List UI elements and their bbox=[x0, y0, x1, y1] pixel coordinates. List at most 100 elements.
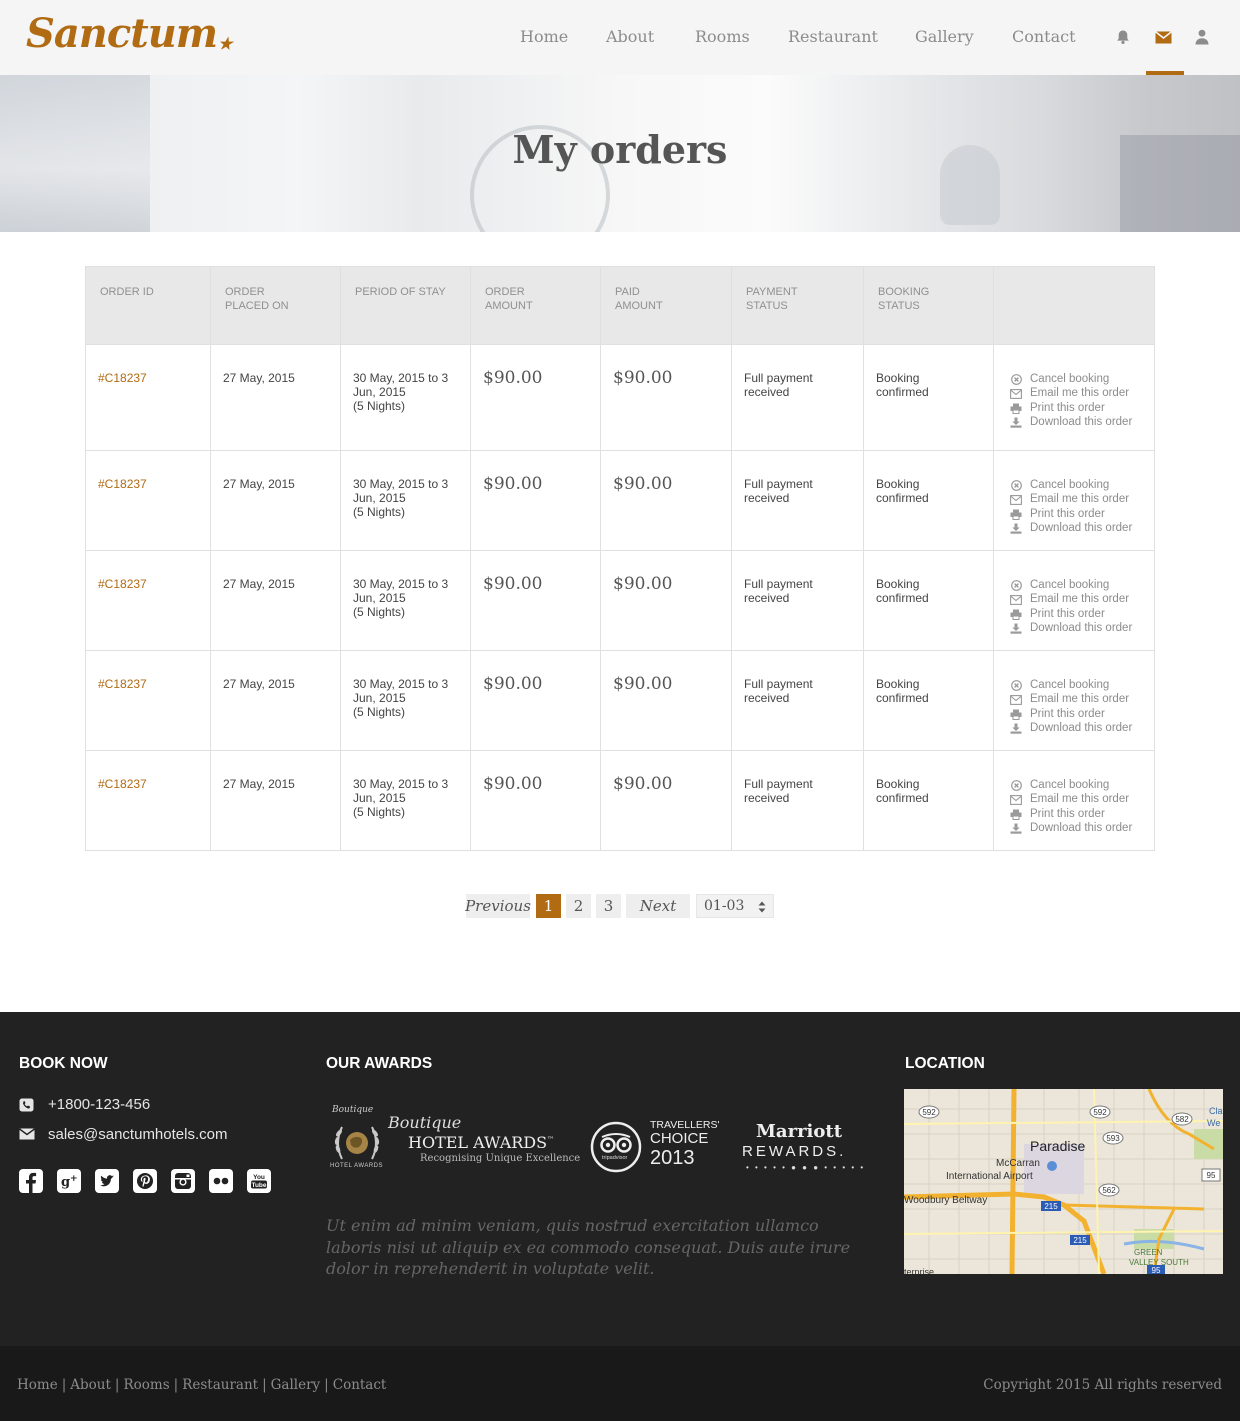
flickr-icon[interactable] bbox=[209, 1169, 233, 1193]
column-header-label: STATUS bbox=[878, 300, 920, 312]
email-me-this-order-link[interactable]: Email me this order bbox=[1010, 792, 1142, 806]
nav-contact[interactable]: Contact bbox=[1012, 27, 1076, 46]
order-placed-date: 27 May, 2015 bbox=[223, 577, 295, 591]
action-label: Download this order bbox=[1030, 822, 1133, 835]
instagram-icon[interactable] bbox=[171, 1169, 195, 1193]
footer-link-contact[interactable]: Contact bbox=[333, 1377, 387, 1393]
print-this-order-link[interactable]: Print this order bbox=[1010, 507, 1142, 521]
map-label-we: We bbox=[1207, 1118, 1220, 1128]
nav-rooms[interactable]: Rooms bbox=[695, 27, 750, 46]
print-this-order-link[interactable]: Print this order bbox=[1010, 401, 1142, 415]
order-amount: $90.00 bbox=[483, 474, 543, 494]
cell-paid-amount: $90.00 bbox=[600, 750, 732, 851]
print-this-order-link[interactable]: Print this order bbox=[1010, 607, 1142, 621]
previous-page-button[interactable]: Previous bbox=[465, 894, 531, 918]
order-id-link[interactable]: #C18237 bbox=[98, 477, 147, 491]
email-me-this-order-link[interactable]: Email me this order bbox=[1010, 692, 1142, 706]
order-id-link[interactable]: #C18237 bbox=[98, 577, 147, 591]
link-separator: | bbox=[114, 1377, 120, 1393]
order-actions: Cancel booking Email me this order Print t… bbox=[1010, 578, 1142, 636]
download-icon bbox=[1010, 623, 1022, 634]
payment-status-line: received bbox=[744, 691, 790, 705]
footer-link-rooms[interactable]: Rooms bbox=[123, 1377, 169, 1393]
order-id-link[interactable]: #C18237 bbox=[98, 677, 147, 691]
envelope-icon[interactable] bbox=[1154, 28, 1172, 46]
download-this-order-link[interactable]: Download this order bbox=[1010, 521, 1142, 535]
column-header-label: BOOKING bbox=[878, 286, 930, 298]
print-this-order-link[interactable]: Print this order bbox=[1010, 807, 1142, 821]
pinterest-icon[interactable] bbox=[133, 1169, 157, 1193]
cancel-booking-link[interactable]: Cancel booking bbox=[1010, 478, 1142, 492]
page-2-button[interactable]: 2 bbox=[566, 894, 591, 918]
map-graphic: Paradise McCarran International Airport … bbox=[904, 1089, 1223, 1274]
booking-status-line: confirmed bbox=[876, 791, 929, 805]
svg-text:You: You bbox=[253, 1174, 265, 1181]
nav-about[interactable]: About bbox=[606, 27, 654, 46]
next-page-button[interactable]: Next bbox=[626, 894, 690, 918]
cancel-booking-link[interactable]: Cancel booking bbox=[1010, 372, 1142, 386]
cell-order-amount: $90.00 bbox=[470, 550, 601, 651]
email-me-this-order-link[interactable]: Email me this order bbox=[1010, 492, 1142, 506]
download-this-order-link[interactable]: Download this order bbox=[1010, 621, 1142, 635]
phone-contact[interactable]: +1800-123-456 bbox=[19, 1096, 150, 1113]
page-3-button[interactable]: 3 bbox=[596, 894, 621, 918]
facebook-icon[interactable] bbox=[19, 1169, 43, 1193]
map-label-mccarran: McCarran bbox=[996, 1158, 1040, 1169]
email-me-this-order-link[interactable]: Email me this order bbox=[1010, 386, 1142, 400]
location-map[interactable]: Paradise McCarran International Airport … bbox=[904, 1089, 1223, 1274]
award-2-name: HOTEL AWARDS™ bbox=[408, 1133, 554, 1152]
nav-home[interactable]: Home bbox=[520, 27, 568, 46]
action-label: Print this order bbox=[1030, 807, 1105, 820]
footer-link-about[interactable]: About bbox=[70, 1377, 111, 1393]
envelope-icon bbox=[1010, 388, 1022, 399]
nav-restaurant[interactable]: Restaurant bbox=[788, 27, 878, 46]
page-range-select[interactable]: 01-03 bbox=[696, 894, 774, 918]
youtube-icon[interactable]: You Tube bbox=[247, 1169, 271, 1193]
user-icon[interactable] bbox=[1193, 28, 1211, 46]
order-id-link[interactable]: #C18237 bbox=[98, 371, 147, 385]
twitter-icon[interactable] bbox=[95, 1169, 119, 1193]
cell-order-amount: $90.00 bbox=[470, 450, 601, 551]
table-row: #C18237 27 May, 2015 30 May, 2015 to 3 Jun,… bbox=[85, 550, 1155, 651]
cancel-icon bbox=[1010, 679, 1022, 691]
download-this-order-link[interactable]: Download this order bbox=[1010, 721, 1142, 735]
google-plus-icon[interactable]: g + bbox=[57, 1169, 81, 1193]
download-icon bbox=[1010, 523, 1022, 534]
award-4-line1: Marriott bbox=[756, 1121, 843, 1142]
footer-link-restaurant[interactable]: Restaurant bbox=[182, 1377, 258, 1393]
download-icon bbox=[1010, 417, 1022, 428]
order-placed-date: 27 May, 2015 bbox=[223, 477, 295, 491]
cancel-booking-link[interactable]: Cancel booking bbox=[1010, 578, 1142, 592]
table-row: #C18237 27 May, 2015 30 May, 2015 to 3 Jun,… bbox=[85, 450, 1155, 551]
download-this-order-link[interactable]: Download this order bbox=[1010, 415, 1142, 429]
cell-actions: Cancel booking Email me this order Print t… bbox=[993, 750, 1155, 851]
dots-decoration: • • • • • ● ● ● • • • • • bbox=[746, 1163, 866, 1172]
footer-link-home[interactable]: Home bbox=[17, 1377, 58, 1393]
booking-status-line: confirmed bbox=[876, 591, 929, 605]
cell-period: 30 May, 2015 to 3 Jun, 2015 (5 Nights) bbox=[340, 450, 471, 551]
column-header-label: STATUS bbox=[746, 300, 788, 312]
phone-number: +1800-123-456 bbox=[48, 1096, 151, 1113]
download-this-order-link[interactable]: Download this order bbox=[1010, 821, 1142, 835]
awards-quote: Ut enim ad minim veniam, quis nostrud ex… bbox=[326, 1216, 851, 1278]
cancel-booking-link[interactable]: Cancel booking bbox=[1010, 778, 1142, 792]
order-id-link[interactable]: #C18237 bbox=[98, 777, 147, 791]
cell-booking-status: Booking confirmed bbox=[863, 750, 994, 851]
order-placed-date: 27 May, 2015 bbox=[223, 677, 295, 691]
cancel-booking-link[interactable]: Cancel booking bbox=[1010, 678, 1142, 692]
email-contact[interactable]: sales@sanctumhotels.com bbox=[19, 1126, 227, 1143]
page-1-button[interactable]: 1 bbox=[536, 894, 561, 918]
email-me-this-order-link[interactable]: Email me this order bbox=[1010, 592, 1142, 606]
bell-icon[interactable] bbox=[1114, 28, 1132, 46]
period-line: Jun, 2015 bbox=[353, 591, 406, 605]
orders-table: ORDER ID ORDER PLACED ON PERIOD OF STAY ORDE… bbox=[85, 266, 1155, 851]
boutique-hotel-awards-emblem: Boutique HOTEL AWARDS bbox=[328, 1105, 386, 1177]
print-this-order-link[interactable]: Print this order bbox=[1010, 707, 1142, 721]
column-header: ORDER ID bbox=[85, 266, 211, 345]
period-line: Jun, 2015 bbox=[353, 491, 406, 505]
link-separator: | bbox=[61, 1377, 67, 1393]
envelope-icon bbox=[19, 1127, 35, 1142]
nav-gallery[interactable]: Gallery bbox=[915, 27, 974, 46]
footer-link-gallery[interactable]: Gallery bbox=[271, 1377, 321, 1393]
road-shield: 592 bbox=[1093, 1108, 1107, 1117]
